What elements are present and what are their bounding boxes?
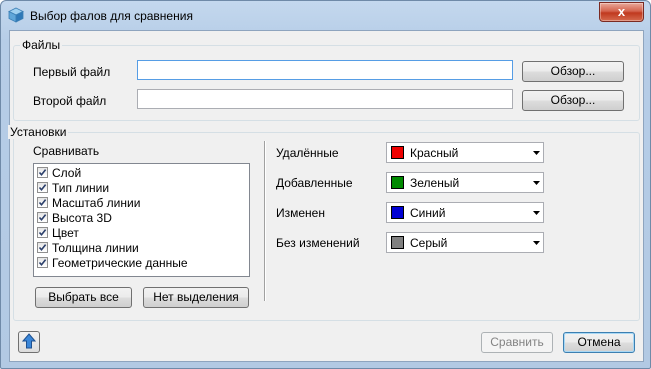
chevron-down-icon[interactable] — [529, 173, 543, 192]
browse-first-button-label: Обзор... — [550, 64, 596, 78]
window-title: Выбор фалов для сравнения — [30, 9, 193, 23]
checkbox-checked-icon[interactable] — [37, 227, 48, 238]
list-item-label: Толщина линии — [52, 240, 139, 255]
dialog-window: Выбор фалов для сравнения x Файлы Первый… — [0, 0, 651, 369]
added-color-value: Зеленый — [410, 175, 460, 190]
checkbox-checked-icon[interactable] — [37, 197, 48, 208]
unchanged-color-label: Без изменений — [276, 236, 360, 250]
second-file-label: Второй файл — [33, 94, 107, 108]
deleted-color-value: Красный — [410, 145, 459, 160]
unchanged-color-value: Серый — [410, 235, 448, 250]
green-swatch — [391, 176, 404, 189]
compare-button-label: Сравнить — [490, 335, 544, 349]
checkbox-checked-icon[interactable] — [37, 257, 48, 268]
chevron-down-icon[interactable] — [529, 143, 543, 162]
close-icon: x — [617, 4, 626, 19]
list-item-label: Высота 3D — [52, 210, 112, 225]
red-swatch — [391, 146, 404, 159]
browse-first-button[interactable]: Обзор... — [522, 61, 624, 82]
list-item[interactable]: Геометрические данные — [37, 255, 188, 270]
up-arrow-button[interactable] — [18, 331, 40, 353]
compare-label: Сравнивать — [33, 144, 100, 158]
list-item[interactable]: Толщина линии — [37, 240, 139, 255]
browse-second-button-label: Обзор... — [550, 93, 596, 107]
list-item-label: Цвет — [52, 225, 79, 240]
gray-swatch — [391, 236, 404, 249]
added-color-select[interactable]: Зеленый — [386, 172, 544, 193]
app-cube-icon — [8, 7, 24, 23]
modified-color-value: Синий — [410, 205, 446, 220]
added-color-label: Добавленные — [276, 176, 353, 190]
select-none-button[interactable]: Нет выделения — [143, 287, 249, 308]
select-all-button-label: Выбрать все — [48, 290, 119, 304]
list-item[interactable]: Тип линии — [37, 180, 109, 195]
list-item[interactable]: Слой — [37, 165, 81, 180]
cancel-button-label: Отмена — [577, 335, 621, 349]
close-button[interactable]: x — [599, 2, 644, 22]
compare-checklist[interactable]: Слой Тип линии Масштаб линии Высота 3D Ц… — [33, 163, 250, 277]
modified-color-select[interactable]: Синий — [386, 202, 544, 223]
checkbox-checked-icon[interactable] — [37, 242, 48, 253]
chevron-down-icon[interactable] — [529, 233, 543, 252]
list-item[interactable]: Цвет — [37, 225, 79, 240]
list-item[interactable]: Высота 3D — [37, 210, 112, 225]
settings-divider — [264, 141, 266, 301]
checkbox-checked-icon[interactable] — [37, 182, 48, 193]
list-item-label: Слой — [52, 165, 82, 180]
dialog-client-area: Файлы Первый файл Обзор... Второй файл О… — [8, 30, 644, 362]
unchanged-color-select[interactable]: Серый — [386, 232, 544, 253]
modified-color-label: Изменен — [276, 206, 325, 220]
checkbox-checked-icon[interactable] — [37, 167, 48, 178]
list-item-label: Масштаб линии — [52, 195, 141, 210]
select-all-button[interactable]: Выбрать все — [35, 287, 132, 308]
files-group-label: Файлы — [20, 38, 63, 52]
chevron-down-icon[interactable] — [529, 203, 543, 222]
compare-button[interactable]: Сравнить — [481, 332, 553, 353]
list-item[interactable]: Масштаб линии — [37, 195, 140, 210]
settings-group-label: Установки — [8, 125, 69, 139]
second-file-input[interactable] — [137, 89, 513, 109]
first-file-label: Первый файл — [33, 65, 111, 79]
checkbox-checked-icon[interactable] — [37, 212, 48, 223]
cancel-button[interactable]: Отмена — [563, 332, 635, 353]
list-item-label: Геометрические данные — [52, 255, 188, 270]
blue-swatch — [391, 206, 404, 219]
browse-second-button[interactable]: Обзор... — [522, 90, 624, 111]
select-none-button-label: Нет выделения — [153, 290, 239, 304]
list-item-label: Тип линии — [52, 180, 110, 195]
deleted-color-select[interactable]: Красный — [386, 142, 544, 163]
title-bar[interactable]: Выбор фалов для сравнения x — [1, 1, 650, 31]
up-arrow-icon — [21, 332, 37, 352]
deleted-color-label: Удалённые — [276, 146, 339, 160]
first-file-input[interactable] — [137, 60, 513, 80]
